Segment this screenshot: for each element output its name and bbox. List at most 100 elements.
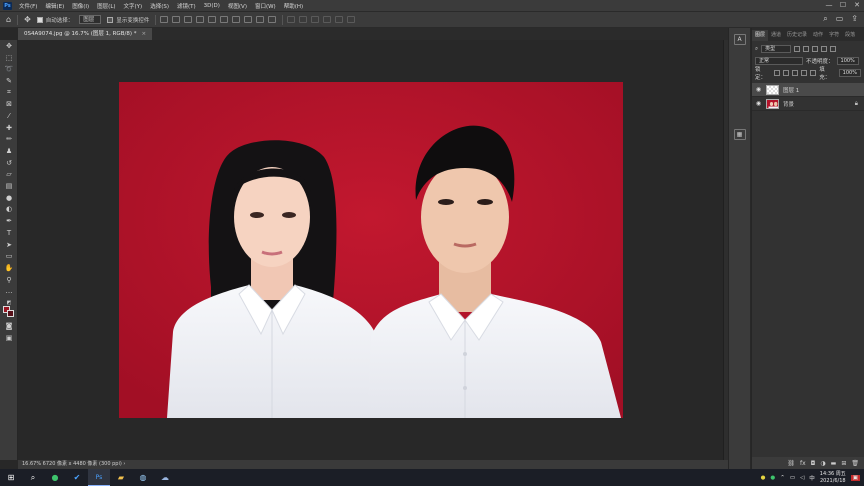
share-icon[interactable]: ⇪ [851,14,858,24]
layer-row-background[interactable]: ◉ 背景 🔒︎ [752,97,864,111]
minimize-button[interactable]: — [822,0,836,11]
start-menu-icon[interactable]: ⊞ [0,469,22,486]
quick-select-tool-icon[interactable]: ✎ [0,75,18,87]
opacity-input[interactable]: 100% [836,57,859,65]
search-icon[interactable]: ⌕ [823,14,827,24]
workspace-icon[interactable]: ▭ [836,14,844,24]
align-left-icon[interactable] [160,16,169,23]
align-right-icon[interactable] [184,16,193,23]
3d-rotate-icon[interactable] [299,16,308,23]
clock[interactable]: 14:36 周五 2021/6/18 [820,471,846,485]
mask-icon[interactable]: ◘ [811,460,816,467]
blur-tool-icon[interactable]: ● [0,192,18,204]
eraser-tool-icon[interactable]: ▱ [0,169,18,181]
transform-controls-option[interactable]: 显示变换控件 [107,16,149,24]
type-tool-icon[interactable]: T [0,227,18,239]
move-tool-icon[interactable]: ✥ [24,15,31,24]
menu-layer[interactable]: 图层(L) [93,2,119,10]
menu-file[interactable]: 文件(F) [15,2,41,10]
3d-pan-icon[interactable] [323,16,332,23]
align-bottom-icon[interactable] [220,16,229,23]
background-color-swatch[interactable] [7,310,14,317]
tab-paragraph[interactable]: 段落 [842,30,858,41]
adjustment-icon[interactable]: ◑ [820,460,825,467]
pixel-filter-icon[interactable] [794,46,801,52]
menu-image[interactable]: 图像(I) [68,2,93,10]
shape-filter-icon[interactable] [821,46,828,52]
menu-window[interactable]: 窗口(W) [251,2,280,10]
dodge-tool-icon[interactable]: ◐ [0,204,18,216]
3d-mode-icon[interactable] [287,16,296,23]
fill-input[interactable]: 100% [838,69,861,77]
document-photo[interactable] [119,82,623,418]
app-icon[interactable]: ✔ [66,469,88,486]
notification-icon[interactable]: ▣ [850,474,860,481]
more-options-icon[interactable] [268,16,277,23]
properties-panel-icon[interactable]: ▦ [733,129,746,140]
new-layer-icon[interactable]: ⊞ [841,460,846,467]
3d-slide-icon[interactable] [335,16,344,23]
smart-object-filter-icon[interactable] [830,46,837,52]
eyedropper-tool-icon[interactable]: ⁄ [0,110,18,122]
close-tab-icon[interactable]: × [141,31,146,37]
history-brush-tool-icon[interactable]: ↺ [0,157,18,169]
tray-app-icon[interactable]: ● [761,475,766,481]
layer-name[interactable]: 图层 1 [783,86,799,94]
menu-filter[interactable]: 滤镜(T) [173,2,200,10]
distribute-vertical-icon[interactable] [244,16,253,23]
3d-scale-icon[interactable] [347,16,356,23]
fx-icon[interactable]: fx [800,460,806,467]
menu-help[interactable]: 帮助(H) [280,2,307,10]
blend-mode-select[interactable]: 正常 [755,57,803,65]
rectangle-tool-icon[interactable]: ▭ [0,250,18,262]
link-icon[interactable]: ⛓ [787,460,795,467]
auto-select-option[interactable]: 自动选择： [36,16,73,24]
photoshop-taskbar-icon[interactable]: Ps [88,469,110,486]
align-center-icon[interactable] [172,16,181,23]
menu-edit[interactable]: 编辑(E) [41,2,68,10]
lock-position-icon[interactable] [792,70,799,76]
tab-channels[interactable]: 通道 [768,30,784,41]
path-selection-tool-icon[interactable]: ➤ [0,239,18,251]
home-icon[interactable]: ⌂ [6,15,11,24]
input-language[interactable]: 中 [809,474,815,482]
layer-name[interactable]: 背景 [783,100,794,108]
auto-select-checkbox[interactable] [36,16,43,23]
show-hidden-icons-icon[interactable]: ⌃ [780,475,785,481]
search-icon[interactable]: ⌕ [22,469,44,486]
canvas-area[interactable] [18,40,723,460]
visibility-eye-icon[interactable]: ◉ [755,86,762,93]
auto-select-dropdown[interactable]: 图层 [79,15,102,24]
distribute-horizontal-icon[interactable] [256,16,265,23]
layer-filter-select[interactable]: 类型 [761,45,792,53]
marquee-tool-icon[interactable]: ⬚ [0,52,18,64]
gradient-tool-icon[interactable]: ▤ [0,180,18,192]
healing-brush-tool-icon[interactable]: ✚ [0,122,18,134]
more-tools-icon[interactable]: … [0,285,18,297]
character-panel-icon[interactable]: A [733,34,746,45]
tab-actions[interactable]: 动作 [810,30,826,41]
type-filter-icon[interactable] [812,46,819,52]
zoom-tool-icon[interactable]: ⚲ [0,274,18,286]
menu-3d[interactable]: 3D(D) [200,3,224,9]
group-icon[interactable]: ▬ [831,460,837,467]
file-explorer-icon[interactable]: ▰ [110,469,132,486]
transform-controls-checkbox[interactable] [107,16,114,23]
tab-layers[interactable]: 图层 [752,30,769,41]
tab-history[interactable]: 历史记录 [784,30,810,41]
lock-transparent-icon[interactable] [774,70,781,76]
lock-pixels-icon[interactable] [783,70,790,76]
crop-tool-icon[interactable]: ⌗ [0,87,18,99]
network-icon[interactable]: ▭ [790,475,795,481]
brush-tool-icon[interactable]: ✏ [0,134,18,146]
close-button[interactable]: ✕ [850,0,864,11]
lock-artboard-icon[interactable] [801,70,808,76]
menu-view[interactable]: 视图(V) [224,2,251,10]
maximize-button[interactable]: ☐ [836,0,850,11]
tray-wechat-icon[interactable]: ● [770,475,775,481]
menu-select[interactable]: 选择(S) [146,2,173,10]
distribute-icon[interactable] [232,16,241,23]
hand-tool-icon[interactable]: ✋ [0,262,18,274]
lasso-tool-icon[interactable]: ➰ [0,63,18,75]
3d-roll-icon[interactable] [311,16,320,23]
